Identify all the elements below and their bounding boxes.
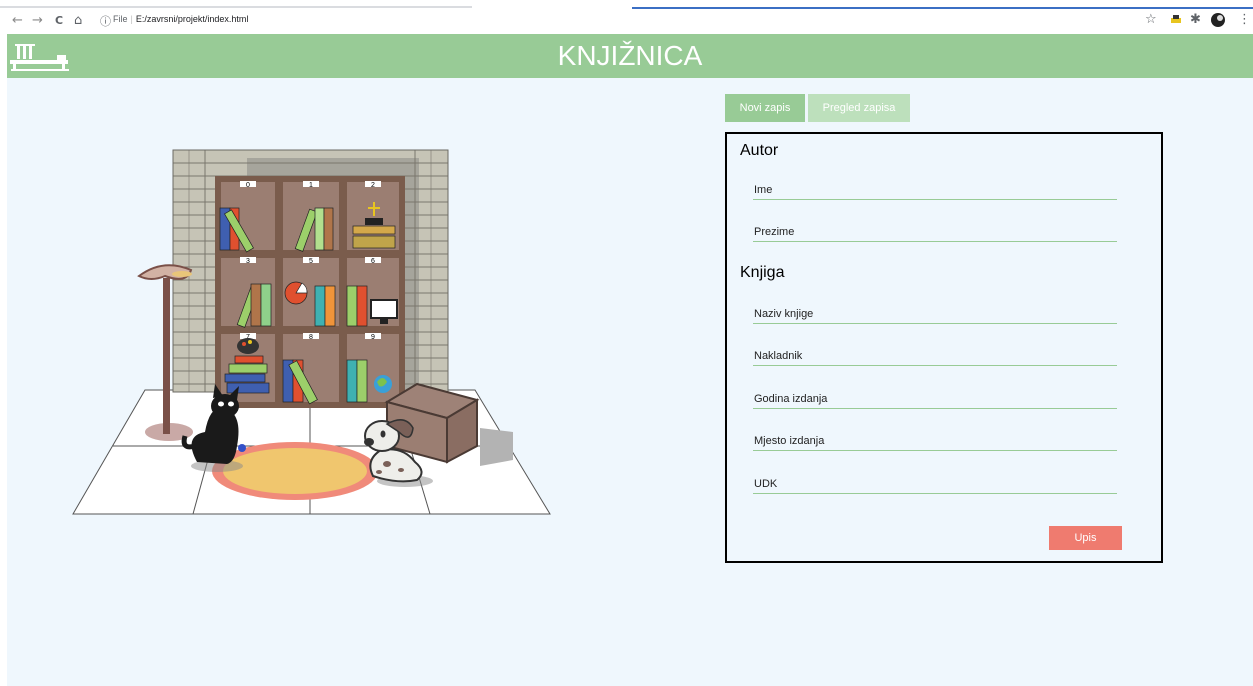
publication-place-input[interactable] bbox=[753, 431, 1117, 451]
shelf-label-9: 9 bbox=[371, 334, 375, 341]
submit-button[interactable]: Upis bbox=[1049, 526, 1122, 550]
shelf-label-1: 1 bbox=[309, 182, 313, 189]
url-text: E:/zavrsni/projekt/index.html bbox=[135, 14, 249, 24]
browser-toolbar: ← → C ⌂ ⓘ File | E:/zavrsni/projekt/index.… bbox=[0, 0, 1253, 34]
tab-view-entries[interactable]: Pregled zapisa bbox=[808, 94, 910, 122]
udk-input[interactable] bbox=[753, 474, 1117, 494]
forward-icon[interactable]: → bbox=[32, 13, 43, 29]
bookshelf: 0 1 2 3 5 6 7 8 9 bbox=[215, 176, 405, 408]
rug bbox=[212, 442, 378, 500]
first-name-input[interactable] bbox=[753, 180, 1117, 200]
shelf-label-6: 6 bbox=[371, 258, 375, 265]
reload-icon[interactable]: C bbox=[55, 13, 63, 29]
author-heading: Autor bbox=[740, 142, 779, 159]
tab-strip-active-line bbox=[632, 7, 1253, 9]
last-name-input[interactable] bbox=[753, 222, 1117, 242]
book-heading: Knjiga bbox=[740, 264, 785, 281]
library-illustration: 0 1 2 3 5 6 7 8 9 bbox=[72, 149, 551, 515]
shelf-label-2: 2 bbox=[371, 182, 375, 189]
info-icon[interactable]: ⓘ bbox=[100, 13, 111, 29]
url-scheme-label: File bbox=[113, 14, 128, 24]
bookmark-star-icon[interactable]: ☆ bbox=[1145, 12, 1157, 28]
app-container: KNJIŽNICA 0 1 2 3 5 6 7 8 9 Novi zapis P… bbox=[7, 34, 1253, 686]
book-title-input[interactable] bbox=[753, 304, 1117, 324]
back-icon[interactable]: ← bbox=[12, 13, 23, 29]
profile-avatar-icon[interactable] bbox=[1210, 12, 1226, 28]
page-title: KNJIŽNICA bbox=[557, 40, 703, 71]
shelf-label-0: 0 bbox=[246, 182, 250, 189]
address-bar[interactable]: File | E:/zavrsni/projekt/index.html bbox=[113, 14, 248, 24]
home-icon[interactable]: ⌂ bbox=[74, 13, 82, 29]
publisher-input[interactable] bbox=[753, 346, 1117, 366]
shelf-label-5: 5 bbox=[309, 258, 313, 265]
shelf-label-8: 8 bbox=[309, 334, 313, 341]
menu-icon[interactable]: ⋮ bbox=[1238, 12, 1251, 28]
shelf-label-3: 3 bbox=[246, 258, 250, 265]
tab-new-entry[interactable]: Novi zapis bbox=[725, 94, 805, 122]
publication-year-input[interactable] bbox=[753, 389, 1117, 409]
extensions-puzzle-icon[interactable]: ✱ bbox=[1190, 12, 1201, 28]
entry-form: Autor Knjiga Upis bbox=[725, 132, 1163, 563]
extension-icon[interactable] bbox=[1170, 14, 1182, 24]
tab-strip-line bbox=[0, 6, 472, 8]
header-bar: KNJIŽNICA bbox=[7, 34, 1253, 78]
